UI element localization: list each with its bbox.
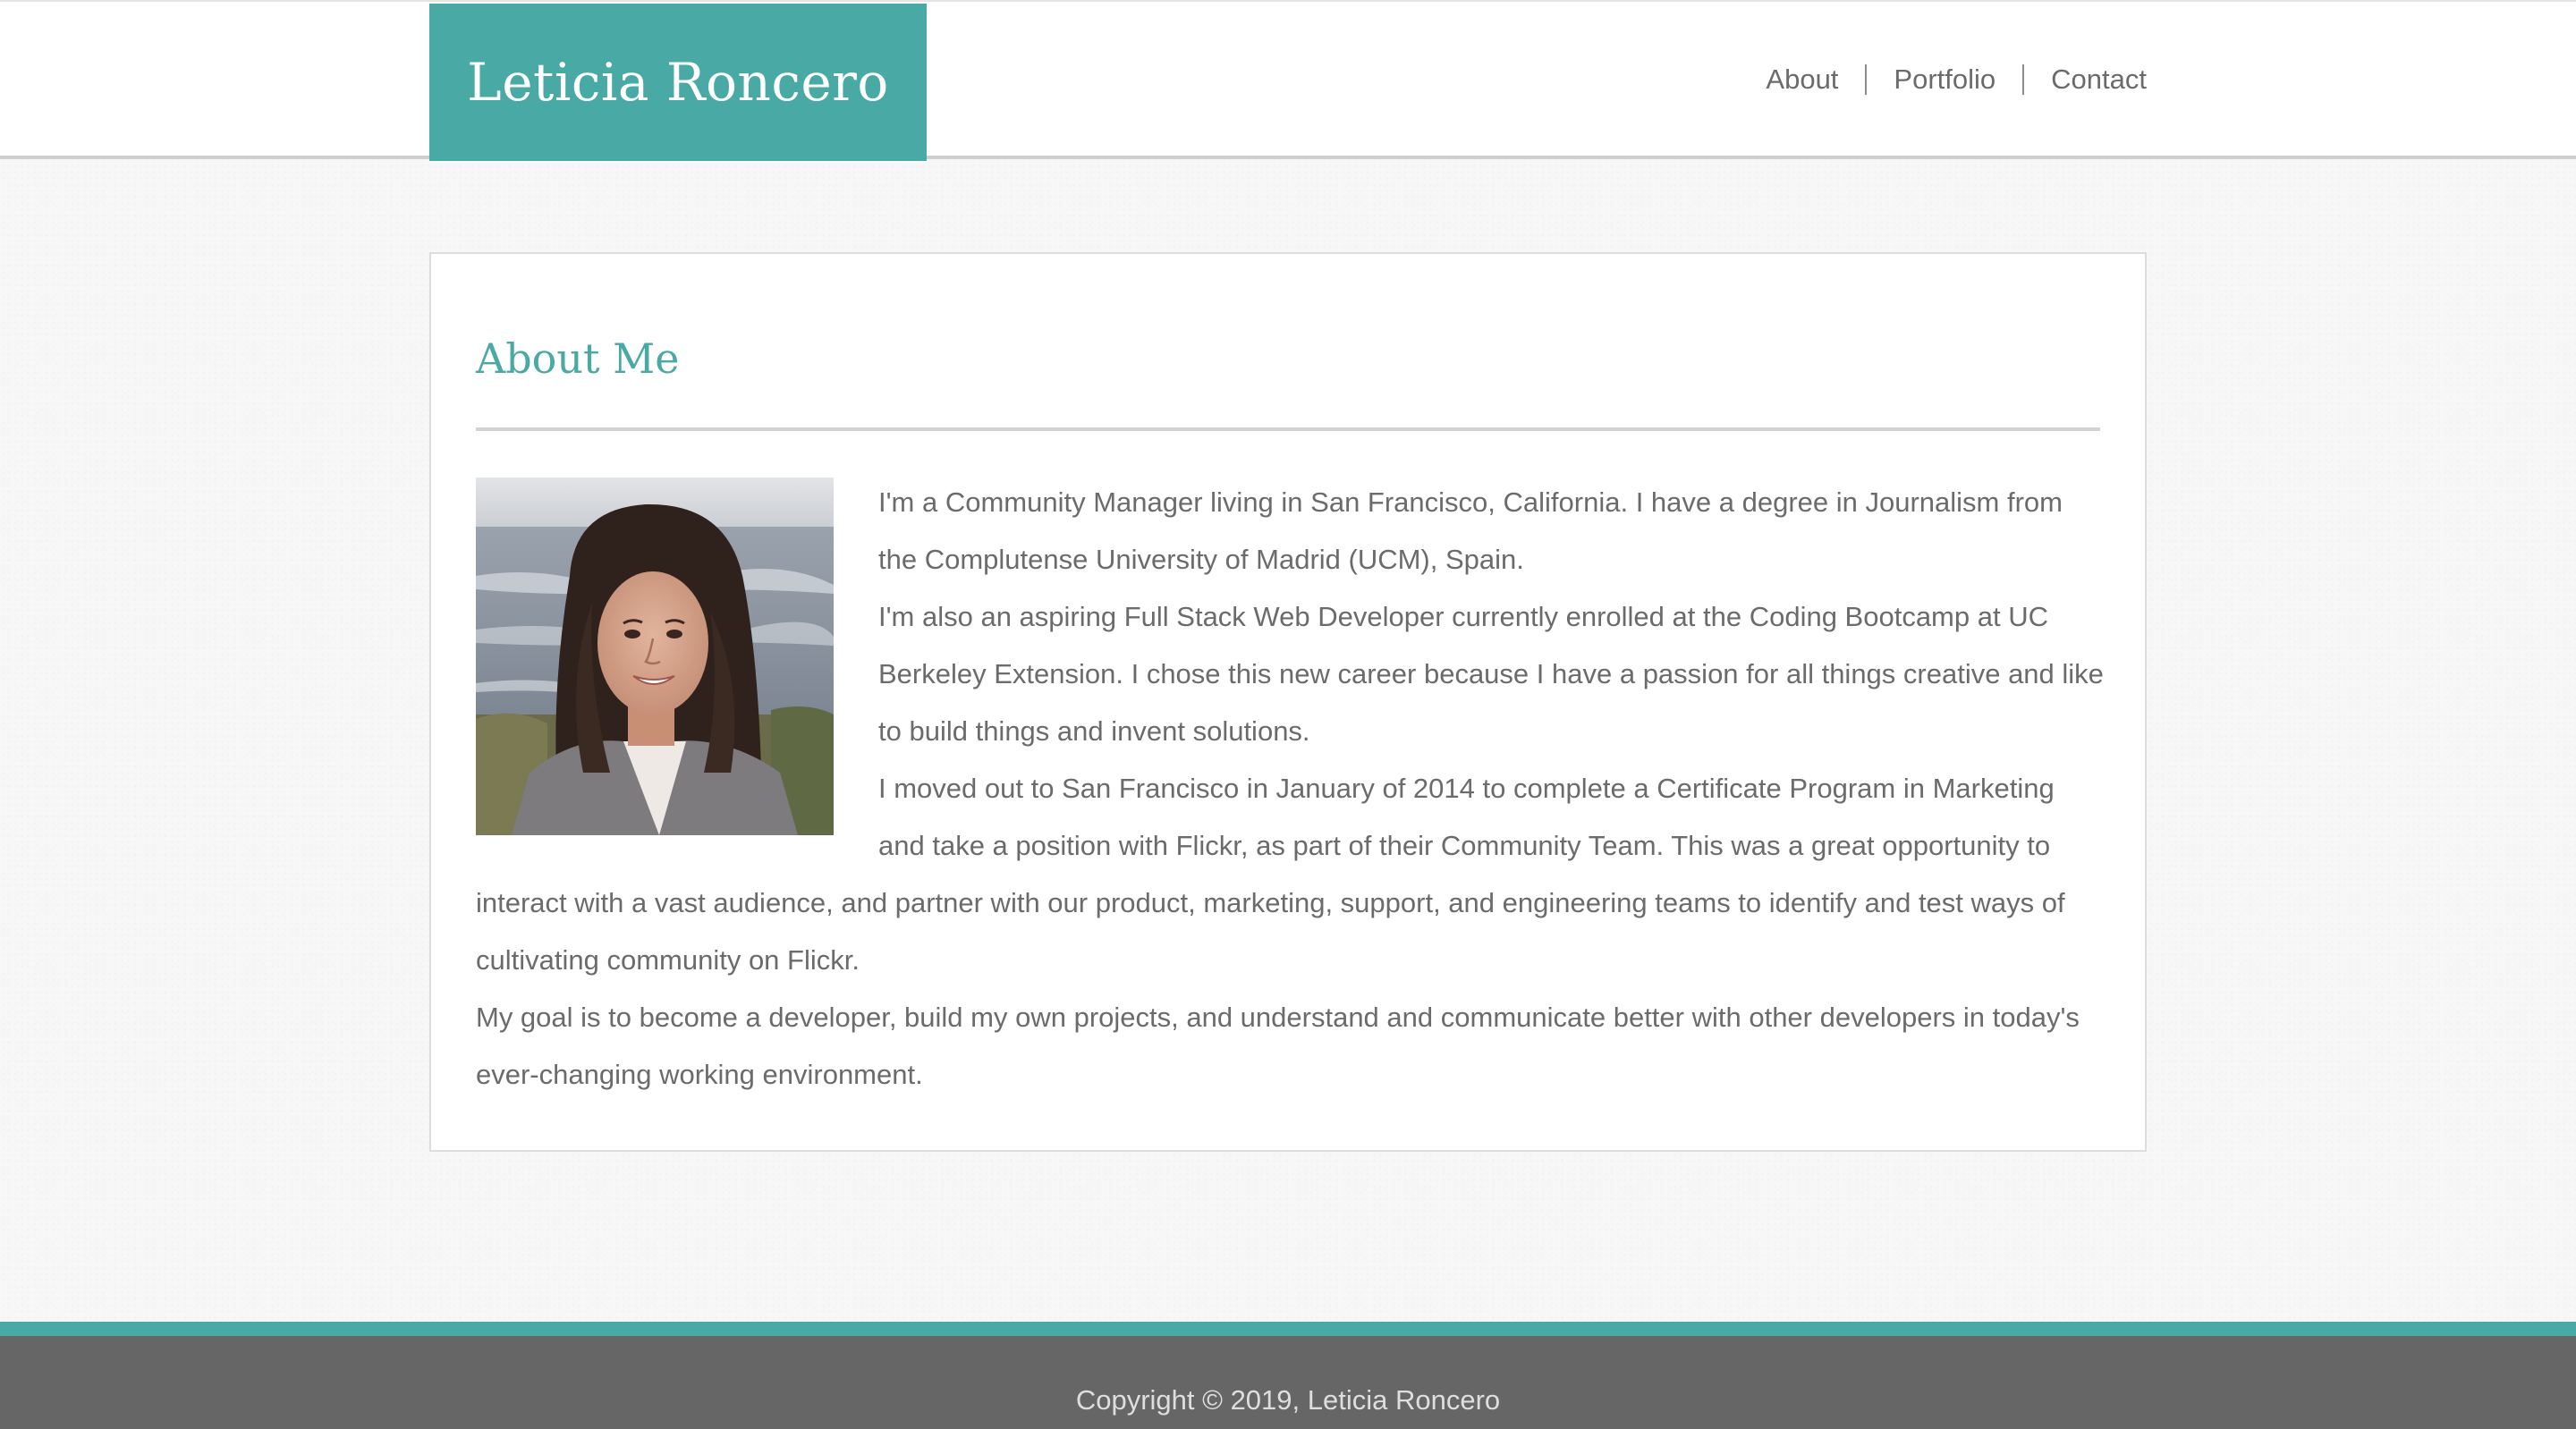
about-paragraph: My goal is to become a developer, build …	[476, 1002, 2080, 1090]
copyright-text: Copyright © 2019, Leticia Roncero	[1075, 1384, 1501, 1416]
profile-photo	[476, 478, 834, 835]
nav-about-link[interactable]: About	[1739, 57, 1865, 102]
nav-portfolio-link[interactable]: Portfolio	[1867, 57, 2022, 102]
about-card: About Me I'm a Community Manager living …	[429, 252, 2147, 1152]
nav-contact-link[interactable]: Contact	[2024, 57, 2147, 102]
about-body: I'm a Community Manager living in San Fr…	[476, 474, 2104, 1103]
profile-photo-image	[476, 478, 834, 835]
about-title: About Me	[476, 334, 680, 383]
site-header: Leticia Roncero About Portfolio Contact	[0, 0, 2576, 161]
brand-logo[interactable]: Leticia Roncero	[429, 4, 927, 161]
footer-accent-bar	[0, 1322, 2576, 1336]
title-divider	[476, 427, 2100, 431]
brand-name[interactable]: Leticia Roncero	[467, 52, 889, 113]
main-nav: About Portfolio Contact	[1739, 57, 2147, 102]
site-footer: Copyright © 2019, Leticia Roncero	[0, 1336, 2576, 1429]
